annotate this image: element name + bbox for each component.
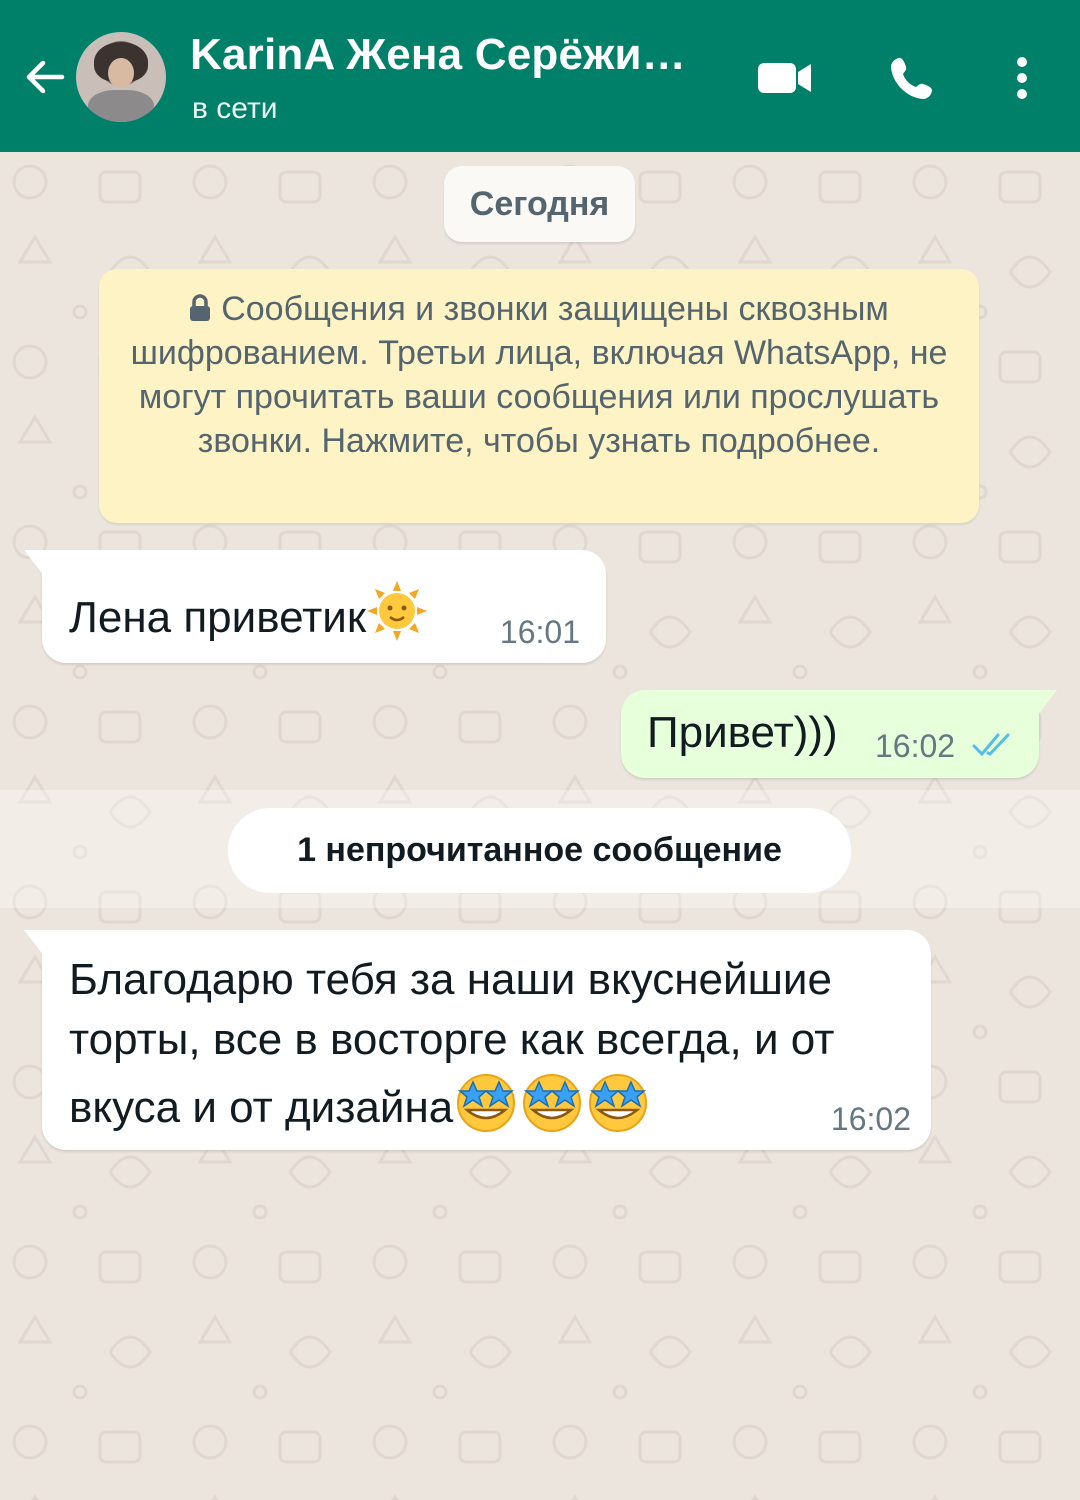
star-struck-emoji [589, 1074, 648, 1132]
star-struck-emoji [457, 1074, 516, 1132]
encryption-notice-text: Сообщения и звонки защищены сквозным шиф… [130, 290, 948, 460]
lock-icon [190, 294, 211, 321]
date-chip: Сегодня [444, 166, 635, 242]
video-call-button[interactable] [755, 48, 815, 108]
contact-name[interactable]: KarinA Жена Серёжи… [190, 30, 686, 80]
back-arrow-icon [26, 60, 65, 94]
message-text: Привет))) [647, 708, 838, 757]
voice-call-button[interactable] [882, 48, 942, 108]
star-struck-emojis [453, 1074, 651, 1132]
incoming-message[interactable]: Благодарю тебя за наши вкуснейшие торты,… [24, 930, 931, 1150]
phone-icon [891, 57, 933, 99]
back-button[interactable] [18, 50, 72, 104]
message-text: Благодарю тебя за наши вкуснейшие торты,… [69, 955, 835, 1132]
message-text: Лена приветик [69, 580, 428, 643]
unread-divider: 1 непрочитанное сообщение [228, 808, 851, 893]
avatar[interactable] [76, 32, 166, 122]
video-call-icon [758, 63, 811, 93]
encryption-notice[interactable]: Сообщения и звонки защищены сквозным шиф… [99, 269, 979, 523]
sun-with-face-emoji [367, 581, 428, 641]
incoming-message[interactable]: Лена приветик 16:01 [24, 550, 606, 663]
message-time: 16:02 [830, 1101, 911, 1137]
more-vert-icon [1017, 57, 1027, 99]
chat-area[interactable]: Сегодня Сообщения и звонки защищены скво… [0, 152, 1080, 1500]
message-time: 16:02 [875, 728, 956, 764]
chat-header: KarinA Жена Серёжи… в сети [0, 0, 1080, 152]
message-time: 16:01 [499, 614, 580, 650]
menu-button[interactable] [992, 48, 1052, 108]
star-struck-emoji [523, 1074, 582, 1132]
read-ticks-icon [972, 733, 1010, 757]
outgoing-message[interactable]: Привет))) 16:02 [621, 690, 1057, 778]
contact-status: в сети [192, 92, 278, 125]
